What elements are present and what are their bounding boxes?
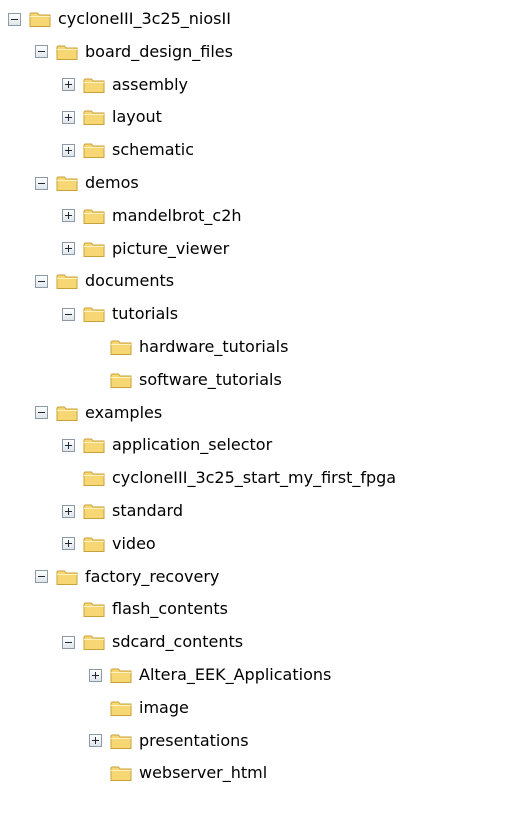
tree-item-label: cycloneIII_3c25_niosII: [58, 9, 231, 28]
folder-icon: [83, 502, 105, 520]
tree-item[interactable]: flash_contents: [83, 593, 228, 625]
tree-item-label: documents: [85, 271, 175, 291]
expand-icon[interactable]: [89, 734, 102, 748]
tree-item[interactable]: picture_viewer: [62, 233, 229, 265]
folder-icon: [83, 305, 105, 323]
collapse-icon[interactable]: [8, 12, 21, 26]
tree-item-label: standard: [112, 501, 183, 520]
folder-icon: [56, 43, 78, 61]
tree-item[interactable]: sdcard_contents: [62, 626, 243, 658]
tree-item[interactable]: examples: [35, 397, 162, 429]
tree-item[interactable]: Altera_EEK_Applications: [89, 659, 331, 691]
tree-item[interactable]: schematic: [62, 134, 194, 166]
tree-item[interactable]: cycloneIII_3c25_niosII: [8, 3, 231, 35]
folder-icon: [110, 371, 132, 389]
expand-icon[interactable]: [62, 110, 75, 124]
tree-item[interactable]: presentations: [89, 725, 249, 757]
collapse-icon[interactable]: [35, 45, 48, 59]
tree-item[interactable]: image: [110, 692, 189, 724]
folder-icon: [83, 535, 105, 553]
folder-icon: [56, 174, 78, 192]
tree-item[interactable]: layout: [62, 101, 162, 133]
expand-icon[interactable]: [62, 504, 75, 518]
folder-icon: [83, 240, 105, 258]
tree-item[interactable]: software_tutorials: [110, 364, 282, 396]
collapse-icon[interactable]: [35, 274, 48, 288]
folder-icon: [83, 436, 105, 454]
folder-icon: [83, 108, 105, 126]
tree-item-label: sdcard_contents: [112, 632, 244, 652]
folder-icon: [110, 699, 132, 717]
tree-item[interactable]: mandelbrot_c2h: [62, 200, 242, 232]
tree-item-label: board_design_files: [85, 41, 233, 61]
tree-item-label: schematic: [112, 140, 195, 160]
tree-item-label: webserver_html: [139, 763, 268, 783]
tree-item-label: flash_contents: [112, 599, 228, 619]
folder-icon: [83, 76, 105, 94]
expand-icon[interactable]: [89, 668, 102, 682]
tree-item-label: presentations: [139, 730, 249, 750]
collapse-icon[interactable]: [35, 176, 48, 190]
tree-item-label: Altera_EEK_Applications: [139, 665, 332, 684]
expand-icon[interactable]: [62, 209, 75, 223]
collapse-icon[interactable]: [35, 570, 48, 584]
folder-icon: [110, 666, 132, 684]
folder-tree: cycloneIII_3c25_niosII board_design_files…: [0, 0, 515, 817]
tree-item-label: hardware_tutorials: [139, 337, 289, 356]
folder-icon: [83, 469, 105, 487]
tree-item-label: video: [112, 533, 156, 553]
tree-item-label: cycloneIII_3c25_start_my_first_fpga: [112, 468, 397, 488]
expand-icon[interactable]: [62, 537, 75, 551]
tree-item[interactable]: demos: [35, 167, 139, 199]
tree-item-label: tutorials: [112, 304, 179, 324]
collapse-icon[interactable]: [62, 307, 75, 321]
tree-item-label: demos: [85, 173, 139, 192]
tree-item[interactable]: hardware_tutorials: [110, 331, 288, 363]
folder-icon: [56, 568, 78, 586]
folder-icon: [110, 764, 132, 782]
tree-item-label: assembly: [112, 74, 188, 94]
tree-item[interactable]: factory_recovery: [35, 561, 219, 593]
collapse-icon[interactable]: [35, 406, 48, 420]
tree-item[interactable]: assembly: [62, 69, 188, 101]
tree-item[interactable]: standard: [62, 495, 183, 527]
expand-icon[interactable]: [62, 242, 75, 256]
tree-item-label: application_selector: [112, 435, 273, 455]
folder-icon: [83, 600, 105, 618]
tree-item-label: layout: [112, 107, 162, 127]
expand-icon[interactable]: [62, 143, 75, 157]
collapse-icon[interactable]: [62, 635, 75, 649]
tree-item[interactable]: cycloneIII_3c25_start_my_first_fpga: [83, 462, 396, 494]
folder-icon: [110, 338, 132, 356]
tree-item[interactable]: tutorials: [62, 298, 178, 330]
folder-icon: [29, 10, 51, 28]
tree-item[interactable]: video: [62, 528, 156, 560]
tree-item-label: image: [139, 697, 189, 717]
tree-item-label: factory_recovery: [85, 566, 220, 586]
folder-icon: [83, 141, 105, 159]
expand-icon[interactable]: [62, 78, 75, 92]
expand-icon[interactable]: [62, 438, 75, 452]
folder-icon: [83, 633, 105, 651]
tree-item-label: picture_viewer: [112, 238, 230, 258]
tree-item[interactable]: board_design_files: [35, 36, 233, 68]
tree-item-label: examples: [85, 402, 163, 422]
folder-icon: [110, 732, 132, 750]
tree-item[interactable]: documents: [35, 265, 174, 297]
tree-item[interactable]: webserver_html: [110, 757, 267, 789]
folder-icon: [83, 207, 105, 225]
tree-item-label: mandelbrot_c2h: [112, 205, 242, 225]
tree-item[interactable]: application_selector: [62, 429, 272, 461]
tree-item-label: software_tutorials: [139, 369, 282, 389]
folder-icon: [56, 272, 78, 290]
folder-icon: [56, 404, 78, 422]
